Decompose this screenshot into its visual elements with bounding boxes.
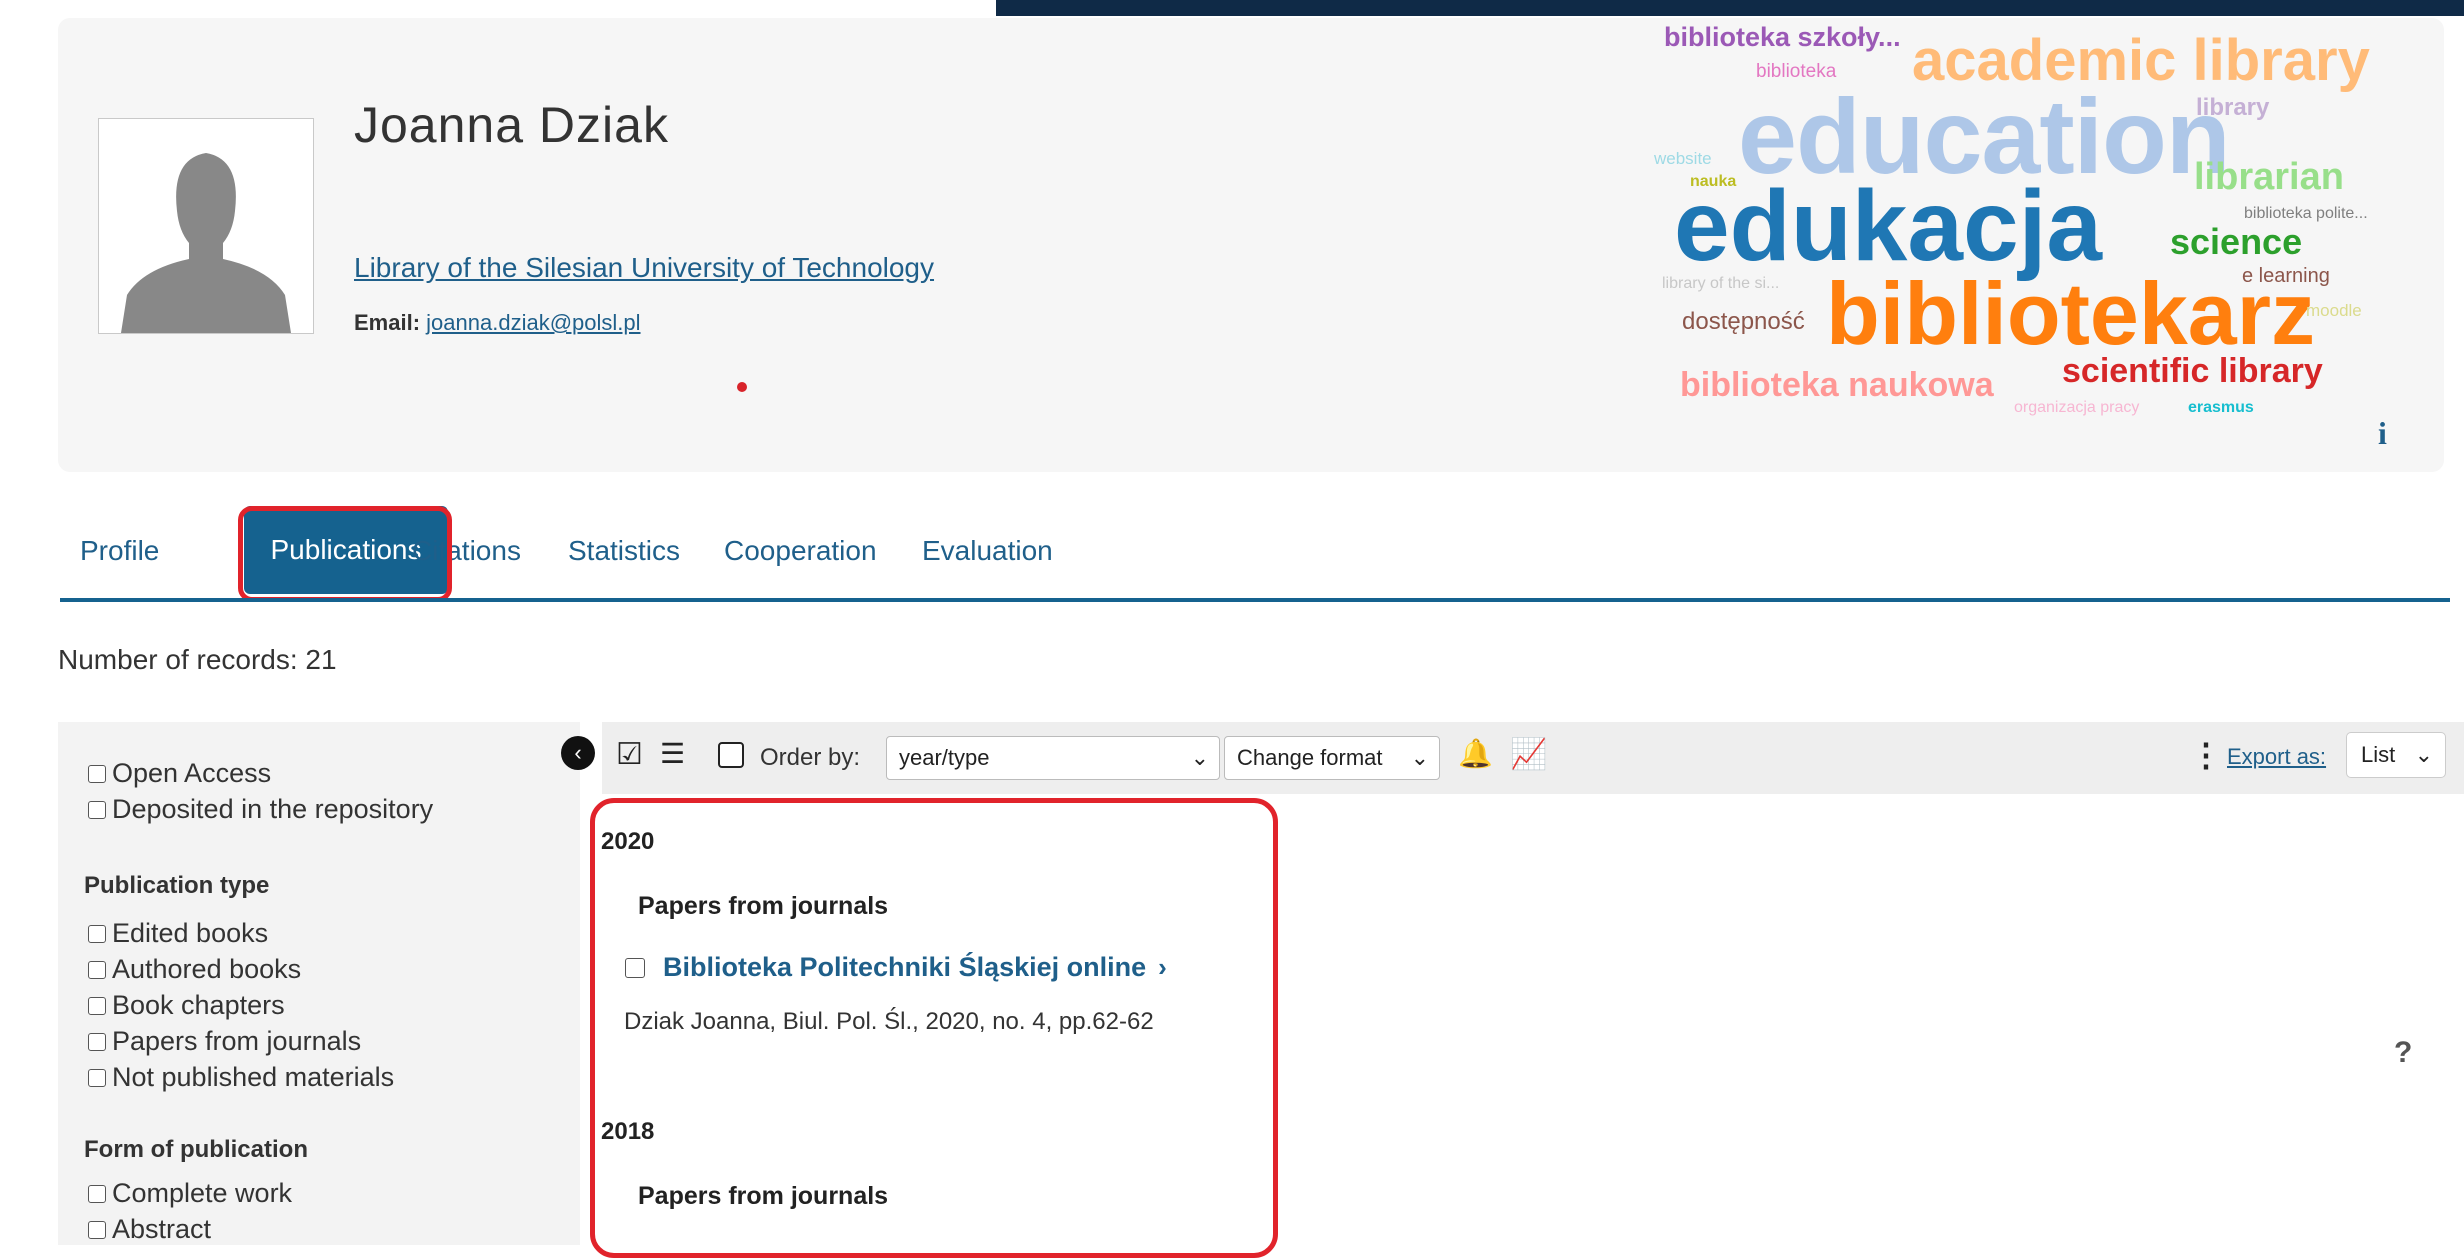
filter-abstract[interactable]: Abstract: [88, 1214, 211, 1245]
keyword[interactable]: scientific library: [2062, 354, 2323, 388]
change-format-select[interactable]: Change format ⌄: [1224, 736, 1440, 780]
filter-label: Abstract: [112, 1214, 212, 1244]
filter-label: Book chapters: [112, 990, 285, 1020]
avatar: [98, 118, 314, 334]
change-format-value: Change format: [1237, 745, 1383, 770]
email-label: Email:: [354, 310, 421, 335]
filter-label: Deposited in the repository: [112, 794, 434, 824]
filter-label: Complete work: [112, 1178, 293, 1208]
select-checkbox[interactable]: [718, 742, 744, 768]
keyword[interactable]: edukacja: [1674, 176, 2102, 276]
check-all-icon[interactable]: ☑: [616, 740, 643, 770]
order-by-select[interactable]: year/type ⌄: [886, 736, 1220, 780]
year-heading: 2020: [601, 828, 655, 855]
chevron-down-icon: ⌄: [1410, 745, 1429, 770]
year-heading: 2018: [601, 1118, 655, 1145]
filter-edited-books[interactable]: Edited books: [88, 918, 268, 949]
email-row: Email: joanna.dziak@polsl.pl: [354, 310, 641, 336]
export-link[interactable]: Export as:: [2227, 744, 2326, 770]
more-options-icon[interactable]: ⋮: [2190, 736, 2222, 774]
trend-chart-icon[interactable]: 📈: [1510, 740, 1547, 770]
keyword[interactable]: website: [1654, 150, 1712, 167]
keyword[interactable]: erasmus: [2188, 400, 2254, 416]
keyword[interactable]: bibliotekarz: [1826, 270, 2315, 358]
tab-citations[interactable]: Citations: [412, 526, 521, 576]
tab-evaluation[interactable]: Evaluation: [922, 526, 1053, 576]
checkbox[interactable]: [88, 1068, 106, 1087]
info-icon[interactable]: i: [2378, 415, 2387, 452]
filter-book-chapters[interactable]: Book chapters: [88, 990, 285, 1021]
publication-title-link[interactable]: Biblioteka Politechniki Śląskiej online: [663, 952, 1146, 983]
checkbox[interactable]: [88, 1184, 106, 1203]
tab-statistics[interactable]: Statistics: [568, 526, 680, 576]
filter-authored-books[interactable]: Authored books: [88, 954, 301, 985]
publication-checkbox[interactable]: [625, 957, 645, 978]
email-link[interactable]: joanna.dziak@polsl.pl: [426, 310, 640, 335]
check-list-icon[interactable]: ☰: [660, 740, 685, 768]
filter-label: Not published materials: [112, 1062, 395, 1092]
group-heading: Papers from journals: [638, 1182, 889, 1210]
list-dropdown[interactable]: List ⌄: [2346, 732, 2446, 778]
group-heading: Papers from journals: [638, 892, 889, 920]
keyword[interactable]: biblioteka polite...: [2244, 206, 2368, 222]
keyword[interactable]: librarian: [2194, 158, 2344, 196]
keyword[interactable]: biblioteka naukowa: [1680, 368, 1994, 402]
red-dot-marker: [737, 382, 747, 392]
filter-deposited[interactable]: Deposited in the repository: [88, 794, 433, 825]
filter-label: Edited books: [112, 918, 269, 948]
records-count: Number of records: 21: [58, 644, 337, 675]
keyword[interactable]: dostępność: [1682, 310, 1805, 334]
affiliation-link[interactable]: Library of the Silesian University of Te…: [354, 252, 934, 284]
collapse-panel-icon[interactable]: ‹: [561, 736, 595, 770]
filter-open-access[interactable]: Open Access: [88, 758, 271, 789]
tab-profile[interactable]: Profile: [80, 526, 159, 576]
keyword[interactable]: biblioteka szkoły...: [1664, 24, 1901, 51]
chevron-down-icon: ⌄: [2414, 742, 2433, 767]
checkbox[interactable]: [88, 764, 106, 783]
filter-complete-work[interactable]: Complete work: [88, 1178, 292, 1209]
keyword[interactable]: organizacja pracy: [2014, 400, 2139, 416]
order-by-value: year/type: [899, 745, 990, 770]
tab-underline: [60, 598, 2450, 602]
chevron-down-icon: ⌄: [1190, 745, 1209, 770]
top-banner: [996, 0, 2464, 16]
checkbox[interactable]: [88, 1220, 106, 1239]
filter-label: Authored books: [112, 954, 302, 984]
checkbox[interactable]: [88, 960, 106, 979]
filter-papers-journals[interactable]: Papers from journals: [88, 1026, 361, 1057]
filter-not-published[interactable]: Not published materials: [88, 1062, 394, 1093]
keyword[interactable]: moodle: [2306, 302, 2362, 319]
publication-item: Biblioteka Politechniki Śląskiej online …: [625, 952, 1167, 983]
publication-meta: Dziak Joanna, Biul. Pol. Śl., 2020, no. …: [624, 1008, 1154, 1035]
chevron-right-icon[interactable]: ›: [1158, 952, 1167, 983]
checkbox[interactable]: [88, 924, 106, 943]
checkbox[interactable]: [88, 800, 106, 819]
filter-label: Open Access: [112, 758, 272, 788]
keyword[interactable]: science: [2170, 224, 2302, 260]
keyword[interactable]: library of the si...: [1662, 276, 1779, 292]
tab-bar: Profile Publications Citations Statistic…: [58, 500, 2450, 604]
filter-panel: Open Access Deposited in the repository …: [58, 722, 580, 1245]
tab-cooperation[interactable]: Cooperation: [724, 526, 877, 576]
user-silhouette-icon: [99, 119, 313, 333]
bell-icon[interactable]: 🔔: [1458, 740, 1493, 768]
publication-type-heading: Publication type: [84, 872, 270, 899]
form-heading: Form of publication: [84, 1136, 308, 1163]
results-toolbar: ☑ ☰ Order by: year/type ⌄ Change format …: [602, 722, 2464, 794]
person-name: Joanna Dziak: [354, 97, 669, 153]
checkbox[interactable]: [88, 996, 106, 1015]
list-value: List: [2361, 742, 2396, 767]
help-icon[interactable]: ?: [2394, 1036, 2412, 1070]
filter-label: Papers from journals: [112, 1026, 362, 1056]
order-by-label: Order by:: [760, 744, 861, 771]
checkbox[interactable]: [88, 1032, 106, 1051]
